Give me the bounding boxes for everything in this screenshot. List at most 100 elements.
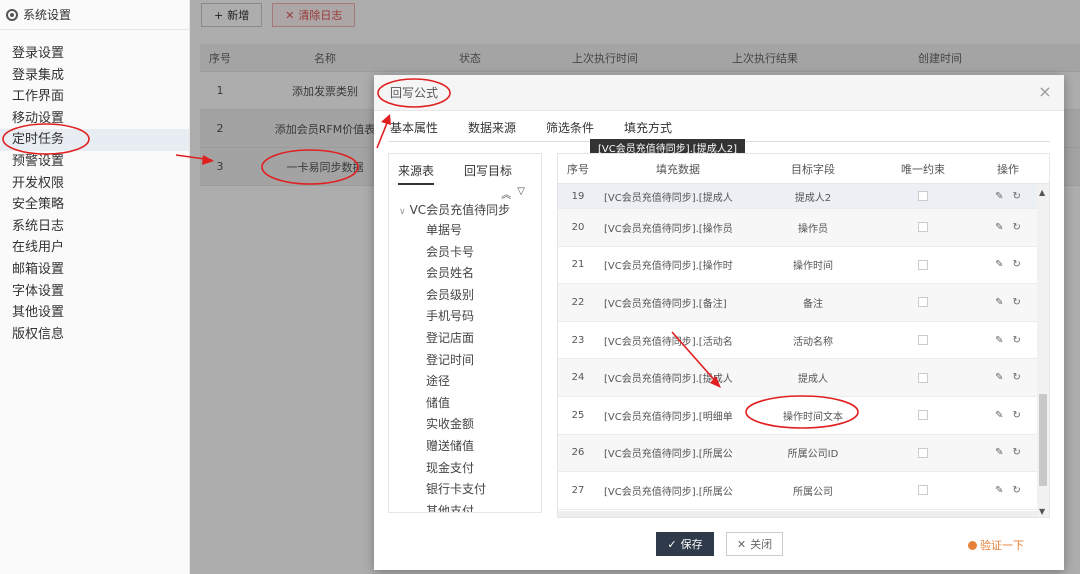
target-field-cell[interactable]: 操作员 (758, 220, 868, 235)
sidebar-item[interactable]: 登录集成 (0, 65, 189, 87)
filter-icon[interactable]: ▽ (517, 186, 525, 200)
tab-writeback-target[interactable]: 回写目标 (464, 162, 512, 179)
tree-field-item[interactable]: 会员级别 (389, 285, 541, 307)
grid-row[interactable]: 27 [VC会员充值待同步].[所属公 所属公司 ✎ ↻ (558, 472, 1049, 510)
edit-icon[interactable]: ✎ (995, 372, 1003, 383)
fill-data-cell[interactable]: [VC会员充值待同步].[所属公 (598, 445, 758, 460)
sidebar-item[interactable]: 开发权限 (0, 173, 189, 195)
save-button[interactable]: ✓ 保存 (656, 532, 714, 556)
edit-icon[interactable]: ✎ (995, 222, 1003, 233)
unique-checkbox[interactable] (918, 447, 928, 458)
refresh-icon[interactable]: ↻ (1013, 485, 1021, 496)
target-field-cell[interactable]: 操作时间 (758, 257, 868, 272)
edit-icon[interactable]: ✎ (995, 335, 1003, 346)
fill-data-cell[interactable]: [VC会员充值待同步].[备注] (598, 295, 758, 310)
sidebar-item[interactable]: 登录设置 (0, 43, 189, 65)
grid-row[interactable]: 20 [VC会员充值待同步].[操作员 操作员 ✎ ↻ (558, 209, 1049, 247)
edit-icon[interactable]: ✎ (995, 259, 1003, 270)
edit-icon[interactable]: ✎ (995, 447, 1003, 458)
fill-data-cell[interactable]: [VC会员充值待同步].[提成人 (598, 370, 758, 385)
tree-field-item[interactable]: 实收金额 (389, 414, 541, 436)
tree-field-item[interactable]: 银行卡支付 (389, 479, 541, 501)
unique-checkbox[interactable] (918, 372, 928, 383)
sidebar-item[interactable]: 其他设置 (0, 302, 189, 324)
fill-data-cell[interactable]: [VC会员充值待同步].[提成人 (598, 189, 758, 204)
grid-row[interactable]: 26 [VC会员充值待同步].[所属公 所属公司ID ✎ ↻ (558, 434, 1049, 473)
grid-row[interactable]: 23 [VC会员充值待同步].[活动名 活动名称 ✎ ↻ (558, 322, 1049, 360)
tree-field-item[interactable]: 登记店面 (389, 328, 541, 350)
tree-field-item[interactable]: 途径 (389, 371, 541, 393)
tree-field-item[interactable]: 其他支付 (389, 501, 541, 512)
dialog-tab[interactable]: 数据来源 (468, 115, 516, 141)
grid-row[interactable]: 21 [VC会员充值待同步].[操作时 操作时间 ✎ ↻ (558, 247, 1049, 285)
vertical-scrollbar[interactable]: ▲ ▼ (1037, 184, 1049, 517)
grid-row[interactable]: 25 [VC会员充值待同步].[明细单 操作时间文本 ✎ ↻ (558, 397, 1049, 435)
horizontal-scrollbar[interactable] (558, 511, 1038, 517)
edit-icon[interactable]: ✎ (995, 297, 1003, 308)
sidebar-item[interactable]: 移动设置 (0, 108, 189, 130)
tree-field-item[interactable]: 储值 (389, 393, 541, 415)
close-icon[interactable]: × (1038, 84, 1052, 100)
grid-row[interactable]: 19 [VC会员充值待同步].[提成人 提成人2 ✎ ↻ (558, 184, 1049, 209)
grid-row[interactable]: 24 [VC会员充值待同步].[提成人 提成人 ✎ ↻ (558, 359, 1049, 397)
tree-field-item[interactable]: 会员卡号 (389, 242, 541, 264)
dialog-tab[interactable]: 筛选条件 (546, 115, 594, 141)
tree-field-item[interactable]: 手机号码 (389, 306, 541, 328)
target-field-cell[interactable]: 操作时间文本 (758, 408, 868, 423)
sidebar-item[interactable]: 邮箱设置 (0, 259, 189, 281)
target-field-cell[interactable]: 备注 (758, 295, 868, 310)
fill-data-cell[interactable]: [VC会员充值待同步].[操作时 (598, 257, 758, 272)
tree-root-node[interactable]: ∨ VC会员充值待同步 (389, 200, 541, 220)
sidebar-item[interactable]: 系统日志 (0, 216, 189, 238)
unique-checkbox[interactable] (918, 222, 928, 233)
tree-field-item[interactable]: 赠送储值 (389, 436, 541, 458)
target-field-cell[interactable]: 所属公司 (758, 483, 868, 498)
target-field-cell[interactable]: 提成人2 (758, 189, 868, 204)
edit-icon[interactable]: ✎ (995, 410, 1003, 421)
scroll-down-icon[interactable]: ▼ (1039, 507, 1045, 516)
close-button[interactable]: ✕ 关闭 (726, 532, 783, 556)
refresh-icon[interactable]: ↻ (1013, 372, 1021, 383)
fill-data-cell[interactable]: [VC会员充值待同步].[所属公 (598, 483, 758, 498)
refresh-icon[interactable]: ↻ (1013, 410, 1021, 421)
tree-field-item[interactable]: 现金支付 (389, 458, 541, 480)
unique-checkbox[interactable] (918, 335, 928, 346)
unique-checkbox[interactable] (918, 191, 928, 201)
target-field-cell[interactable]: 活动名称 (758, 333, 868, 348)
scroll-thumb[interactable] (1039, 394, 1047, 486)
scroll-up-icon[interactable]: ▲ (1039, 188, 1045, 197)
refresh-icon[interactable]: ↻ (1013, 191, 1021, 202)
fill-data-cell[interactable]: [VC会员充值待同步].[操作员 (598, 220, 758, 235)
edit-icon[interactable]: ✎ (995, 191, 1003, 202)
verify-link[interactable]: 验证一下 (968, 537, 1024, 553)
refresh-icon[interactable]: ↻ (1013, 297, 1021, 308)
edit-icon[interactable]: ✎ (995, 485, 1003, 496)
dialog-tab[interactable]: 基本属性 (390, 115, 438, 141)
fill-data-cell[interactable]: [VC会员充值待同步].[明细单 (598, 408, 758, 423)
sidebar-item[interactable]: 安全策略 (0, 194, 189, 216)
sidebar-item[interactable]: 定时任务 (0, 129, 189, 151)
refresh-icon[interactable]: ↻ (1013, 447, 1021, 458)
dialog-tab[interactable]: 填充方式 (624, 115, 672, 141)
unique-checkbox[interactable] (918, 297, 928, 308)
sidebar-item[interactable]: 预警设置 (0, 151, 189, 173)
tab-source-table[interactable]: 来源表 (398, 162, 435, 185)
collapse-icon[interactable]: ︽ (501, 186, 511, 201)
target-field-cell[interactable]: 所属公司ID (758, 445, 868, 460)
refresh-icon[interactable]: ↻ (1013, 259, 1021, 270)
target-field-cell[interactable]: 提成人 (758, 370, 868, 385)
tree-field-item[interactable]: 会员姓名 (389, 263, 541, 285)
unique-checkbox[interactable] (918, 410, 928, 421)
sidebar-item[interactable]: 在线用户 (0, 237, 189, 259)
tree-field-item[interactable]: 单据号 (389, 220, 541, 242)
unique-checkbox[interactable] (918, 485, 928, 496)
refresh-icon[interactable]: ↻ (1013, 335, 1021, 346)
grid-row[interactable]: 22 [VC会员充值待同步].[备注] 备注 ✎ ↻ (558, 284, 1049, 322)
sidebar-item[interactable]: 版权信息 (0, 324, 189, 346)
fill-data-cell[interactable]: [VC会员充值待同步].[活动名 (598, 333, 758, 348)
refresh-icon[interactable]: ↻ (1013, 222, 1021, 233)
sidebar-item[interactable]: 字体设置 (0, 281, 189, 303)
tree-field-item[interactable]: 登记时间 (389, 350, 541, 372)
unique-checkbox[interactable] (918, 259, 928, 270)
sidebar-item[interactable]: 工作界面 (0, 86, 189, 108)
